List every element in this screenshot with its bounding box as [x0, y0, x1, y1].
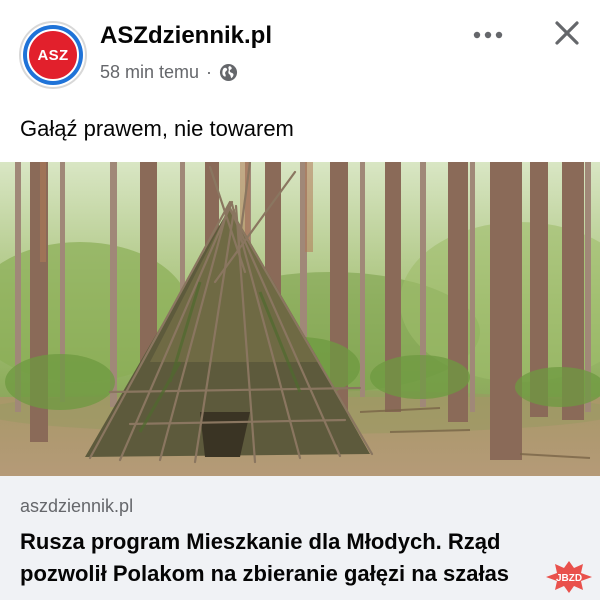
- close-button[interactable]: [548, 16, 586, 54]
- more-options-button[interactable]: [468, 20, 508, 50]
- link-preview-card[interactable]: aszdziennik.pl Rusza program Mieszkanie …: [0, 476, 600, 600]
- page-name-link[interactable]: ASZdziennik.pl: [100, 22, 272, 50]
- page-avatar[interactable]: ASZ: [19, 21, 87, 89]
- meta-separator: ·: [206, 62, 213, 82]
- globe-icon[interactable]: [219, 63, 238, 82]
- close-icon: [554, 20, 580, 51]
- forest-shelter-image: [0, 162, 600, 476]
- link-title-line-1: Rusza program Mieszkanie dla Młodych. Rz…: [20, 529, 501, 554]
- avatar-logo: ASZ: [27, 29, 79, 81]
- facebook-post: ASZ ASZdziennik.pl 58 min temu · Gałąź p…: [0, 0, 600, 600]
- avatar-ring: ASZ: [23, 25, 83, 85]
- post-caption: Gałąź prawem, nie towarem: [20, 116, 294, 141]
- more-options-icon: [473, 26, 503, 44]
- post-timestamp[interactable]: 58 min temu: [100, 62, 199, 83]
- post-meta: 58 min temu ·: [100, 62, 238, 83]
- post-photo[interactable]: [0, 162, 600, 476]
- jbzd-watermark-logo: JBZD: [544, 560, 594, 594]
- link-title-line-2: pozwolił Polakom na zbieranie gałęzi na …: [20, 561, 510, 586]
- link-title[interactable]: Rusza program Mieszkanie dla Młodych. Rz…: [20, 526, 560, 590]
- link-domain: aszdziennik.pl: [20, 496, 134, 516]
- post-header: ASZ ASZdziennik.pl 58 min temu ·: [0, 0, 600, 100]
- svg-text:JBZD: JBZD: [556, 573, 582, 584]
